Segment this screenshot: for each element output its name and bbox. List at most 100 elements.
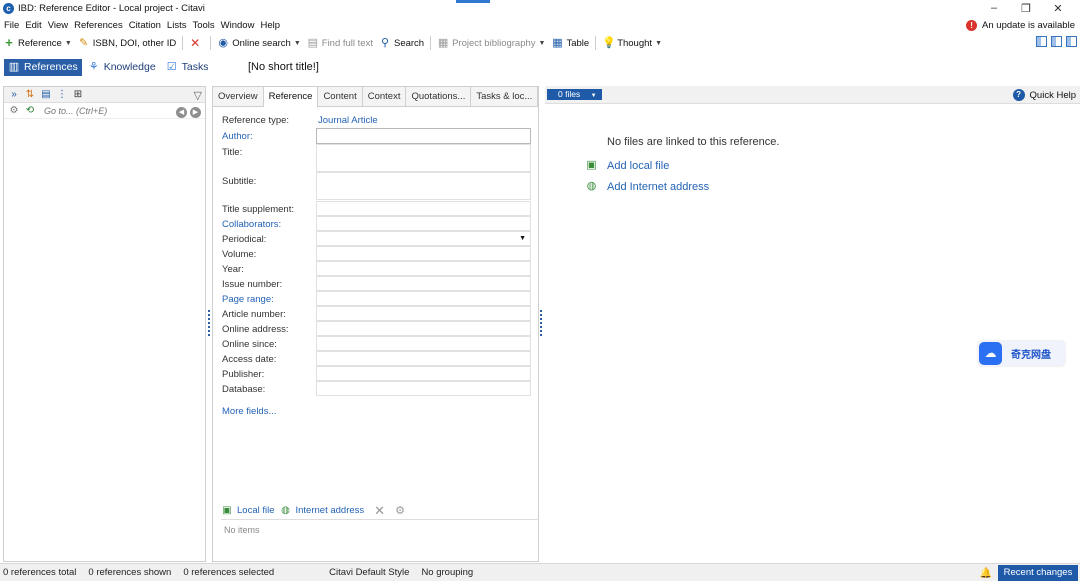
access-date-input[interactable] <box>316 351 531 366</box>
grouping-status[interactable]: No grouping <box>421 567 473 578</box>
field-label: Title supplement: <box>222 204 294 215</box>
table-label: Table <box>566 37 590 49</box>
update-notice[interactable]: ! An update is available <box>966 17 1075 33</box>
menu-citation[interactable]: Citation <box>126 20 164 31</box>
tab-content[interactable]: Content <box>318 87 363 106</box>
tab-quotations[interactable]: Quotations... <box>406 87 472 106</box>
menu-file[interactable]: File <box>0 20 22 31</box>
online-since-input[interactable] <box>316 336 531 351</box>
more-fields-link[interactable]: More fields... <box>222 406 276 417</box>
help-icon: ? <box>1012 89 1025 101</box>
local-file-icon: ▣ <box>222 504 232 516</box>
author-input[interactable] <box>316 128 531 144</box>
online-search-button[interactable]: ◉ Online search ▼ <box>214 37 304 49</box>
quick-help-button[interactable]: ? Quick Help <box>1012 89 1076 101</box>
menu-window[interactable]: Window <box>218 20 258 31</box>
issue-number-input[interactable] <box>316 276 531 291</box>
globe-search-icon: ◉ <box>218 37 228 49</box>
project-bibliography-button[interactable]: ▦ Project bibliography ▼ <box>434 37 548 49</box>
menu-references[interactable]: References <box>71 20 126 31</box>
article-number-input[interactable] <box>316 306 531 321</box>
expand-icon[interactable]: » <box>8 89 20 101</box>
right-splitter-handle[interactable] <box>540 310 542 338</box>
menu-edit[interactable]: Edit <box>22 20 44 31</box>
nav-knowledge[interactable]: ⚘ Knowledge <box>84 59 160 76</box>
selection-icon[interactable]: ▤ <box>40 89 52 101</box>
files-dropdown[interactable]: 0 files ▼ <box>547 89 602 100</box>
close-button[interactable]: ✕ <box>1042 2 1074 15</box>
add-local-file-button[interactable]: ▣ Local file <box>221 504 274 517</box>
thought-button[interactable]: 💡 Thought ▼ <box>599 37 665 49</box>
table-button[interactable]: ▦ Table <box>548 37 592 49</box>
search-button[interactable]: ⚲ Search <box>376 37 427 49</box>
previous-arrow-icon[interactable]: ◀ <box>176 107 187 118</box>
find-full-text-button[interactable]: ▤ Find full text <box>304 37 376 49</box>
field-label: Subtitle: <box>222 176 257 187</box>
toolbar-divider <box>430 36 432 50</box>
field-label: Title: <box>222 147 243 158</box>
settings-icon[interactable]: ⚙ <box>8 105 20 117</box>
year-input[interactable] <box>316 261 531 276</box>
tab-context[interactable]: Context <box>363 87 407 106</box>
volume-input[interactable] <box>316 246 531 261</box>
sort-icon[interactable]: ⇅ <box>24 89 36 101</box>
publisher-input[interactable] <box>316 366 531 381</box>
toolbar-divider <box>182 36 184 50</box>
online-address-input[interactable] <box>316 321 531 336</box>
minimize-button[interactable]: – <box>978 2 1010 14</box>
add-local-file-link[interactable]: ▣ Add local file <box>585 159 669 172</box>
hierarchy-icon[interactable]: ⊞ <box>72 89 84 101</box>
tab-reference[interactable]: Reference <box>263 87 319 108</box>
goto-input[interactable] <box>44 105 154 116</box>
group-icon[interactable]: ⋮ <box>56 89 68 101</box>
menu-lists[interactable]: Lists <box>164 20 190 31</box>
status-total: 0 references total <box>3 567 77 578</box>
collaborators-input[interactable] <box>316 216 531 231</box>
cloud-drive-widget[interactable]: ☁ 奇克网盘 <box>978 341 1065 366</box>
bell-icon[interactable]: 🔔 <box>980 568 992 579</box>
document-icon: ▤ <box>307 37 318 49</box>
title-input[interactable] <box>316 144 531 172</box>
internet-address-icon: ◍ <box>281 504 290 516</box>
dropdown-arrow-icon: ▼ <box>519 235 526 242</box>
internet-address-label: Internet address <box>295 505 365 516</box>
subtitle-input[interactable] <box>316 172 531 200</box>
author-label-link[interactable]: Author: <box>222 131 253 142</box>
isbn-button[interactable]: ✎ ISBN, DOI, other ID <box>75 37 179 49</box>
add-reference-button[interactable]: + Reference ▼ <box>0 36 75 49</box>
delete-button[interactable]: ✕ <box>186 37 207 49</box>
menu-tools[interactable]: Tools <box>189 20 217 31</box>
page-range-input[interactable] <box>316 291 531 306</box>
tab-tasks-locations[interactable]: Tasks & loc... <box>471 87 539 106</box>
internet-address-icon: ◍ <box>586 180 597 192</box>
tab-overview[interactable]: Overview <box>213 87 264 106</box>
layout-two-icon[interactable] <box>1051 36 1062 47</box>
maximize-button[interactable]: ❐ <box>1010 2 1042 15</box>
nav-tasks[interactable]: ☑ Tasks <box>162 59 213 76</box>
menu-view[interactable]: View <box>45 20 71 31</box>
history-icon[interactable]: ⟲ <box>24 105 36 117</box>
no-items-text: No items <box>224 525 260 535</box>
filter-icon[interactable]: ▽ <box>194 89 202 102</box>
periodical-select[interactable]: ▼ <box>316 231 531 246</box>
database-input[interactable] <box>316 381 531 396</box>
citation-style[interactable]: Citavi Default Style <box>329 567 409 578</box>
left-splitter-handle[interactable] <box>208 310 210 338</box>
remove-attachment-icon[interactable]: ✕ <box>374 503 385 519</box>
add-internet-address-button[interactable]: ◍ Internet address <box>280 504 365 517</box>
status-shown: 0 references shown <box>88 567 172 578</box>
title-supplement-input[interactable] <box>316 201 531 216</box>
layout-one-icon[interactable] <box>1036 36 1047 47</box>
printer-icon: ▦ <box>437 37 449 49</box>
page-range-label-link[interactable]: Page range: <box>222 294 274 305</box>
recent-changes-button[interactable]: Recent changes <box>998 565 1078 581</box>
field-label: Volume: <box>222 249 257 260</box>
add-internet-address-link[interactable]: ◍ Add Internet address <box>585 180 709 193</box>
nav-references[interactable]: ▥ References <box>4 58 82 76</box>
collaborators-label-link[interactable]: Collaborators: <box>222 219 281 230</box>
next-arrow-icon[interactable]: ▶ <box>190 107 201 118</box>
menu-help[interactable]: Help <box>257 20 283 31</box>
reference-type-link[interactable]: Journal Article <box>318 115 378 126</box>
layout-three-icon[interactable] <box>1066 36 1077 47</box>
attachment-settings-icon[interactable]: ⚙ <box>395 504 405 517</box>
